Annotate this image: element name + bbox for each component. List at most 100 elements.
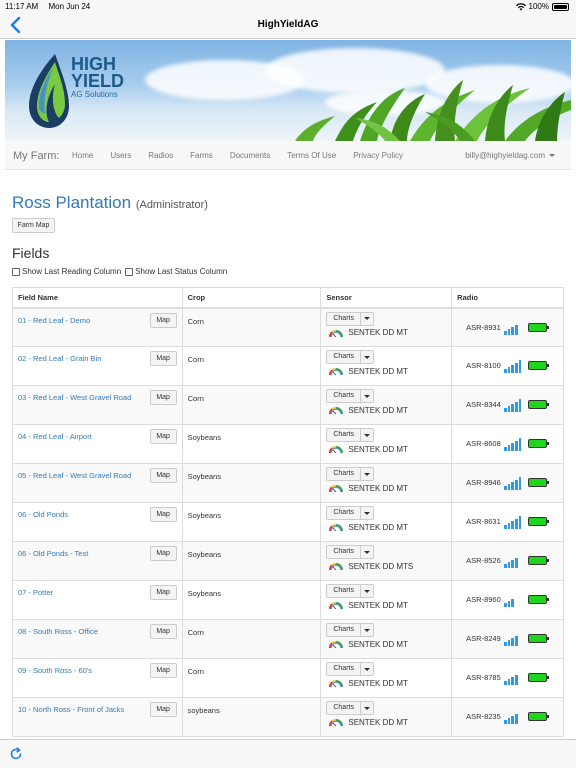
caret-down-icon xyxy=(363,706,370,710)
refresh-icon[interactable] xyxy=(9,747,23,761)
sensor-cell: Charts SENTEK DD MT xyxy=(320,424,453,464)
signal-bar xyxy=(511,638,514,646)
charts-button[interactable]: Charts xyxy=(327,351,361,363)
gauge-icon xyxy=(329,524,344,532)
table-row: 01 - Red Leaf - Demo Map Corn Charts SENTEK … xyxy=(12,307,564,347)
charts-button[interactable]: Charts xyxy=(327,624,361,636)
charts-button[interactable]: Charts xyxy=(327,585,361,597)
nav-link-documents[interactable]: Documents xyxy=(230,151,270,160)
farm-title: Ross Plantation (Administrator) xyxy=(12,193,208,213)
charts-button[interactable]: Charts xyxy=(327,507,361,519)
gauge-icon xyxy=(329,485,344,493)
crop-cell: Corn xyxy=(181,346,322,386)
charts-dropdown-toggle[interactable] xyxy=(361,313,373,325)
header-crop: Crop xyxy=(181,287,322,309)
status-bar: 11:17 AM Mon Jun 24 100% xyxy=(0,0,576,13)
table-row: 09 - South Ross - 60's Map Corn Charts SENTE… xyxy=(12,658,564,698)
field-map-button[interactable]: Map xyxy=(149,702,177,717)
battery-level-icon xyxy=(528,634,550,643)
sensor-cell: Charts SENTEK DD MT xyxy=(320,580,453,620)
gauge-icon xyxy=(329,563,344,571)
last-status-checkbox[interactable] xyxy=(125,267,134,276)
table-row: 07 - Potter Map Soybeans Charts SENTEK DD MT… xyxy=(12,580,564,620)
sensor-info: SENTEK DD MT xyxy=(326,483,446,493)
field-map-button[interactable]: Map xyxy=(149,312,177,328)
charts-button-group: Charts xyxy=(326,350,374,364)
signal-bar xyxy=(507,328,511,335)
nav-link-radios[interactable]: Radios xyxy=(148,151,173,160)
battery-level-icon xyxy=(528,361,550,370)
radio-id: ASR-8960 xyxy=(466,595,501,604)
nav-link-privacy[interactable]: Privacy Policy xyxy=(353,151,403,160)
table-row: 10 - North Ross - Front of Jacks Map soybe… xyxy=(12,697,564,737)
nav-link-users[interactable]: Users xyxy=(110,151,131,160)
charts-button[interactable]: Charts xyxy=(327,312,361,325)
signal-bar xyxy=(518,477,522,490)
signal-bar xyxy=(514,675,518,685)
sensor-name: SENTEK DD MT xyxy=(348,600,408,610)
battery-percent: 100% xyxy=(528,2,549,11)
signal-bar xyxy=(518,438,522,451)
charts-dropdown-toggle[interactable] xyxy=(361,507,373,519)
logo-line-yield: YIELD xyxy=(71,71,125,91)
charts-dropdown-toggle[interactable] xyxy=(361,702,373,714)
signal-bar xyxy=(504,681,507,685)
field-map-button[interactable]: Map xyxy=(149,390,177,405)
field-map-button[interactable]: Map xyxy=(149,468,177,483)
charts-button[interactable]: Charts xyxy=(327,663,361,675)
user-menu[interactable]: billy@highyieldag.com xyxy=(465,151,555,160)
nav-title: HighYieldAG xyxy=(257,19,319,30)
field-map-button[interactable]: Map xyxy=(149,585,177,600)
crop-cell: soybeans xyxy=(181,697,322,737)
field-map-button[interactable]: Map xyxy=(149,507,177,522)
gauge-icon xyxy=(329,641,344,649)
field-map-button[interactable]: Map xyxy=(149,624,177,639)
charts-button[interactable]: Charts xyxy=(327,390,361,402)
sensor-cell: Charts SENTEK DD MT xyxy=(320,385,453,425)
nav-link-terms[interactable]: Terms Of Use xyxy=(287,151,336,160)
status-time: 11:17 AM xyxy=(5,2,39,11)
sensor-name: SENTEK DD MT xyxy=(348,717,408,727)
charts-button[interactable]: Charts xyxy=(327,702,361,714)
charts-button[interactable]: Charts xyxy=(327,429,361,441)
battery-level-icon xyxy=(528,400,550,409)
radio-id: ASR-8235 xyxy=(466,712,501,721)
last-reading-checkbox[interactable] xyxy=(12,267,20,276)
caret-down-icon xyxy=(363,628,370,632)
field-map-button[interactable]: Map xyxy=(149,429,177,444)
charts-dropdown-toggle[interactable] xyxy=(361,468,373,480)
sensor-cell: Charts SENTEK DD MT xyxy=(320,697,453,737)
radio-cell: ASR-8960 xyxy=(451,580,564,620)
sensor-name: SENTEK DD MT xyxy=(348,405,408,415)
field-map-button[interactable]: Map xyxy=(149,663,177,678)
nav-link-home[interactable]: Home xyxy=(72,151,93,160)
signal-bar xyxy=(504,525,507,529)
field-map-button[interactable]: Map xyxy=(149,546,177,561)
signal-bar xyxy=(519,555,522,568)
charts-button[interactable]: Charts xyxy=(327,546,361,558)
crop-value: Corn xyxy=(187,394,204,403)
charts-dropdown-toggle[interactable] xyxy=(361,624,373,636)
radio-cell: ASR-8946 xyxy=(451,463,564,503)
header-sensor: Sensor xyxy=(320,287,453,309)
signal-bar xyxy=(507,367,511,373)
signal-bar xyxy=(507,679,511,685)
radio-cell: ASR-8785 xyxy=(451,658,564,698)
charts-dropdown-toggle[interactable] xyxy=(361,390,373,402)
farm-map-button[interactable]: Farm Map xyxy=(12,218,55,233)
header-radio: Radio xyxy=(451,287,564,309)
charts-dropdown-toggle[interactable] xyxy=(361,351,373,363)
charts-dropdown-toggle[interactable] xyxy=(361,663,373,675)
nav-link-farms[interactable]: Farms xyxy=(190,151,213,160)
table-row: 03 - Red Leaf - West Gravel Road Map Corn C… xyxy=(12,385,564,425)
fields-heading: Fields xyxy=(12,245,50,261)
charts-button[interactable]: Charts xyxy=(327,468,361,480)
charts-dropdown-toggle[interactable] xyxy=(361,429,373,441)
sensor-cell: Charts SENTEK DD MTS xyxy=(320,541,453,581)
signal-bar xyxy=(507,640,511,646)
field-map-button[interactable]: Map xyxy=(149,351,177,366)
charts-dropdown-toggle[interactable] xyxy=(361,585,373,597)
charts-button-group: Charts xyxy=(326,623,374,637)
charts-dropdown-toggle[interactable] xyxy=(361,546,373,558)
radio-cell: ASR-8235 xyxy=(451,697,564,737)
